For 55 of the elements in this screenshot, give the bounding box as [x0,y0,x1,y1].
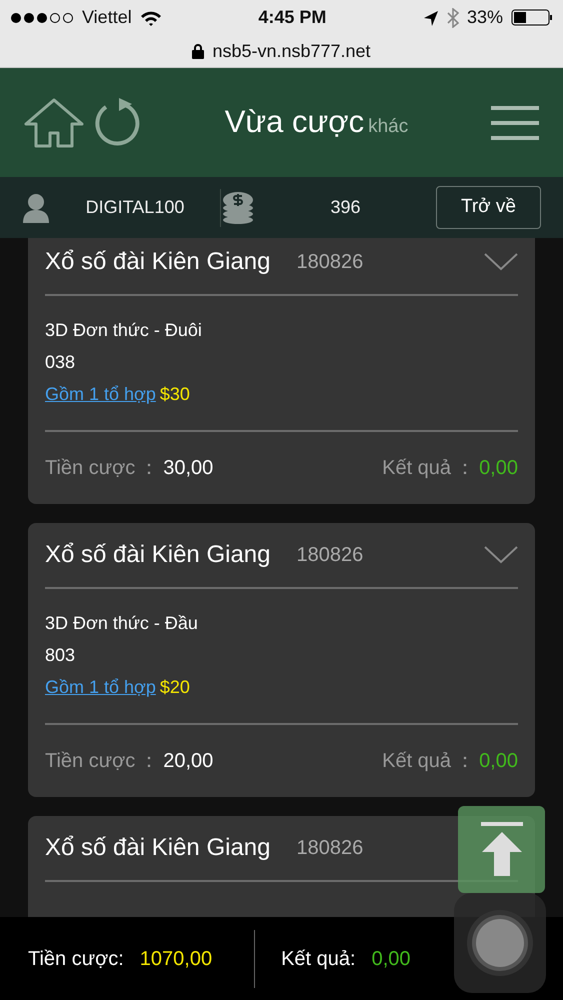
stake-label: Tiền cược [45,456,136,481]
scroll-top-button[interactable] [458,806,545,893]
stake-amount: 30,00 [163,456,214,481]
combination-amount: $30 [160,383,190,406]
stake-label: Tiền cược [45,749,136,774]
bet-title: Xổ số đài Kiên Giang [45,247,270,277]
bet-numbers: 803 [45,644,76,667]
separator: ： [455,456,476,481]
bet-type: 3D Đơn thức - Đuôi [45,319,203,342]
chevron-down-icon[interactable] [484,546,518,564]
separator: ： [139,456,160,481]
combination-amount: $20 [160,676,190,699]
total-result-label: Kết quả: [281,946,356,972]
circle-icon [465,908,535,978]
coins-icon [221,190,255,224]
total-stake: 1070,00 [140,946,212,972]
user-icon [22,192,50,222]
separator: ： [455,749,476,774]
draw-number: 180826 [296,543,364,568]
draw-number: 180826 [296,836,364,861]
total-result: 0,00 [372,946,411,972]
combination-link[interactable]: Gồm 1 tổ hợp [45,671,156,703]
result-label: Kết quả [382,749,452,774]
back-button[interactable]: Trở về [436,186,541,229]
page-title: Vừa cược [224,103,364,142]
url-text: nsb5-vn.nsb777.net [212,40,371,62]
bet-type: 3D Đơn thức - Đầu [45,612,199,635]
separator: ： [139,749,160,774]
chevron-down-icon[interactable] [484,253,518,271]
home-icon[interactable] [24,96,84,148]
balance: 396 [329,196,362,219]
menu-icon[interactable] [491,104,539,142]
assistive-touch-button[interactable] [454,893,546,993]
clock: 4:45 PM [257,6,328,29]
signal-icon [10,12,74,24]
arrow-up-icon [478,822,524,878]
location-icon [422,10,439,26]
battery-percent: 33% [466,6,503,29]
page-subtitle: khác [368,115,408,140]
bet-numbers: 038 [45,351,76,374]
lock-icon [192,44,204,58]
combination-link[interactable]: Gồm 1 tổ hợp [45,378,156,410]
bluetooth-icon [446,8,459,28]
username: DIGITAL100 [84,196,186,219]
total-stake-label: Tiền cược: [28,946,124,972]
bet-title: Xổ số đài Kiên Giang [45,833,270,863]
result-label: Kết quả [382,456,452,481]
draw-number: 180826 [296,250,364,275]
carrier-name: Viettel [82,6,132,29]
wifi-icon [140,10,162,26]
battery-icon [510,9,553,26]
stake-amount: 20,00 [163,749,214,774]
result-amount: 0,00 [479,749,518,774]
bet-title: Xổ số đài Kiên Giang [45,540,270,570]
result-amount: 0,00 [479,456,518,481]
